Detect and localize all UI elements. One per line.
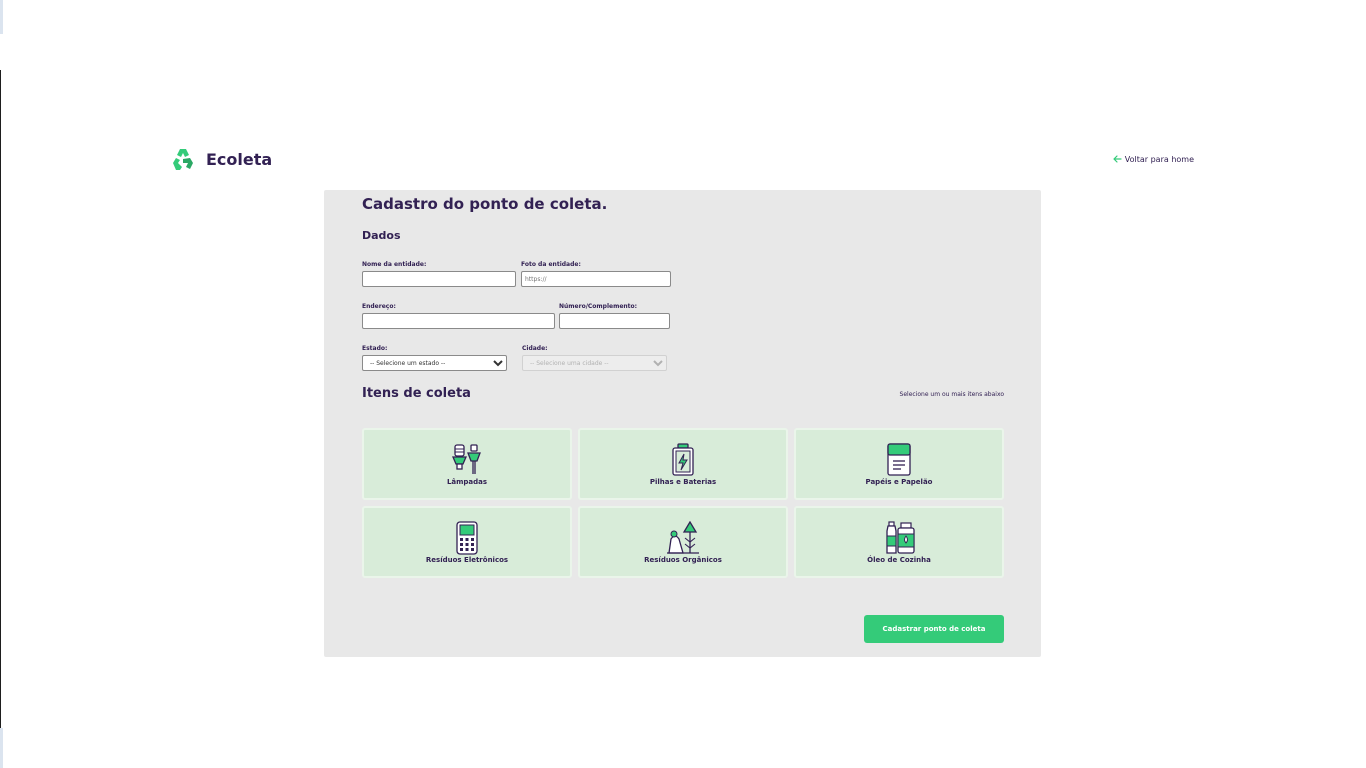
item-label: Resíduos Eletrônicos <box>425 555 509 564</box>
electronics-icon <box>456 520 478 555</box>
item-label: Papéis e Papelão <box>865 477 933 486</box>
cidade-label: Cidade: <box>522 345 548 352</box>
estado-label: Estado: <box>362 345 388 352</box>
organic-icon <box>667 520 699 554</box>
page-title: Cadastro do ponto de coleta. <box>362 195 608 213</box>
estado-field-group: Estado: -- Selecione um estado -- <box>362 345 507 371</box>
item-papeis-papelao[interactable]: Papéis e Papelão <box>794 428 1004 500</box>
arrow-left-icon <box>1113 155 1122 163</box>
submit-button[interactable]: Cadastrar ponto de coleta <box>864 615 1004 643</box>
window-edge-top <box>0 0 3 34</box>
foto-url-input[interactable] <box>521 271 671 287</box>
endereco-label: Endereço: <box>362 303 396 310</box>
items-heading: Itens de coleta <box>362 386 471 401</box>
item-label: Resíduos Orgânicos <box>644 555 722 564</box>
window-edge-left <box>0 70 1 728</box>
cidade-field-group: Cidade: -- Selecione uma cidade -- <box>522 345 667 371</box>
recycle-icon <box>173 149 193 170</box>
item-residuos-eletronicos[interactable]: Resíduos Eletrônicos <box>362 506 572 578</box>
item-label: Pilhas e Baterias <box>649 477 717 486</box>
registration-form: Cadastro do ponto de coleta. Dados Nome … <box>324 190 1041 657</box>
brand-logo[interactable]: Ecoleta <box>170 146 272 172</box>
items-grid: Lâmpadas Pilhas e Baterias Papéis e Pape… <box>362 428 1004 580</box>
window-edge-bottom <box>0 728 3 768</box>
nome-field-group: Nome da entidade: <box>362 261 516 287</box>
cidade-select[interactable]: -- Selecione uma cidade -- <box>522 355 667 371</box>
numero-label: Número/Complemento: <box>559 303 638 310</box>
item-label: Lâmpadas <box>446 477 488 486</box>
endereco-field-group: Endereço: <box>362 303 555 329</box>
brand-name: Ecoleta <box>206 149 273 169</box>
back-to-home-link[interactable]: Voltar para home <box>1112 154 1194 164</box>
item-lampadas[interactable]: Lâmpadas <box>362 428 572 500</box>
paper-icon <box>887 442 911 476</box>
numero-input[interactable] <box>559 313 670 329</box>
nome-input[interactable] <box>362 271 516 287</box>
oil-icon <box>886 520 915 554</box>
item-pilhas-baterias[interactable]: Pilhas e Baterias <box>578 428 788 500</box>
numero-field-group: Número/Complemento: <box>559 303 670 329</box>
lamp-icon <box>452 443 481 474</box>
page-header: Ecoleta Voltar para home <box>170 146 1194 174</box>
back-link-label: Voltar para home <box>1124 154 1194 164</box>
foto-label: Foto da entidade: <box>521 261 581 268</box>
estado-select[interactable]: -- Selecione um estado -- <box>362 355 507 371</box>
endereco-input[interactable] <box>362 313 555 329</box>
section-dados-heading: Dados <box>362 229 401 242</box>
item-residuos-organicos[interactable]: Resíduos Orgânicos <box>578 506 788 578</box>
nome-label: Nome da entidade: <box>362 261 427 268</box>
item-oleo-cozinha[interactable]: Óleo de Cozinha <box>794 506 1004 578</box>
battery-icon <box>672 442 694 476</box>
foto-field-group: Foto da entidade: <box>521 261 671 287</box>
items-hint: Selecione um ou mais itens abaixo <box>899 391 1004 398</box>
item-label: Óleo de Cozinha <box>867 555 931 564</box>
